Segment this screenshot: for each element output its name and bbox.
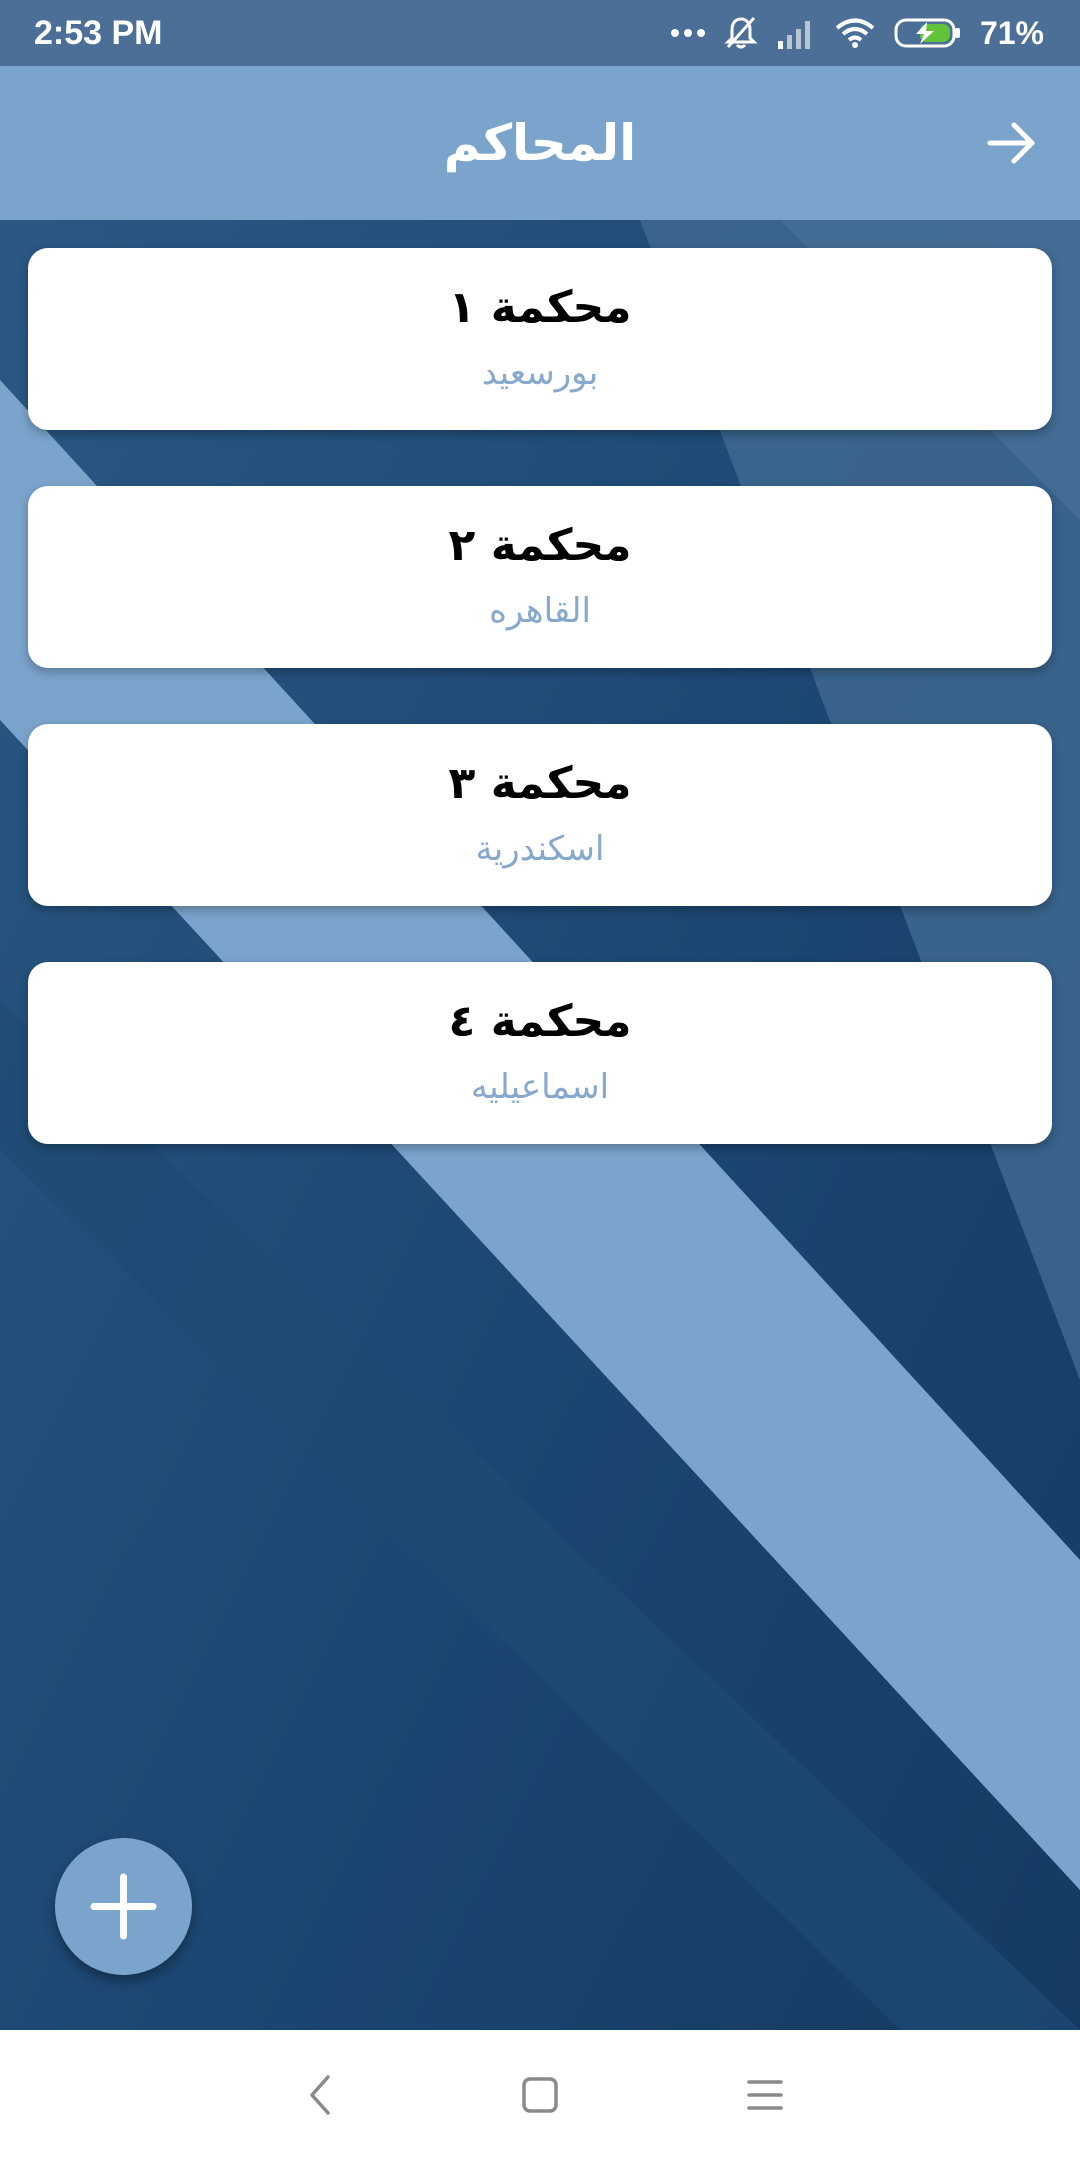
battery-percent: 71% — [979, 14, 1044, 51]
arrow-right-icon[interactable] — [982, 113, 1042, 173]
bell-muted-icon — [724, 16, 758, 49]
court-name: محكمة ٢ — [448, 520, 632, 571]
court-list: محكمة ١ بورسعيد محكمة ٢ القاهره محكمة ٣ … — [28, 248, 1052, 1200]
status-bar: 2:53 PM 71% — [0, 0, 1080, 66]
court-card[interactable]: محكمة ٤ اسماعيليه — [28, 962, 1052, 1144]
add-court-button[interactable] — [55, 1838, 192, 1975]
court-city: بورسعيد — [481, 353, 599, 393]
battery-charging-icon — [894, 18, 960, 48]
status-icons: 71% — [670, 10, 1044, 56]
court-name: محكمة ٣ — [448, 758, 632, 809]
court-city: اسماعيليه — [470, 1067, 610, 1107]
court-name: محكمة ١ — [448, 282, 632, 333]
page-title: المحاكم — [443, 114, 637, 172]
signal-icon — [777, 21, 810, 49]
app-bar: المحاكم — [0, 66, 1080, 220]
court-card[interactable]: محكمة ٣ اسكندرية — [28, 724, 1052, 906]
more-dots-icon — [670, 29, 705, 37]
menu-nav-icon[interactable] — [735, 2065, 795, 2125]
plus-icon — [90, 1873, 157, 1940]
nav-bar — [0, 2030, 1080, 2160]
court-city: اسكندرية — [475, 829, 605, 869]
wifi-icon — [835, 18, 875, 48]
court-card[interactable]: محكمة ٢ القاهره — [28, 486, 1052, 668]
court-city: القاهره — [489, 591, 591, 631]
court-name: محكمة ٤ — [448, 996, 632, 1047]
status-time: 2:53 PM — [34, 14, 163, 52]
back-nav-icon[interactable] — [290, 2065, 350, 2125]
court-card[interactable]: محكمة ١ بورسعيد — [28, 248, 1052, 430]
home-nav-icon[interactable] — [510, 2065, 570, 2125]
